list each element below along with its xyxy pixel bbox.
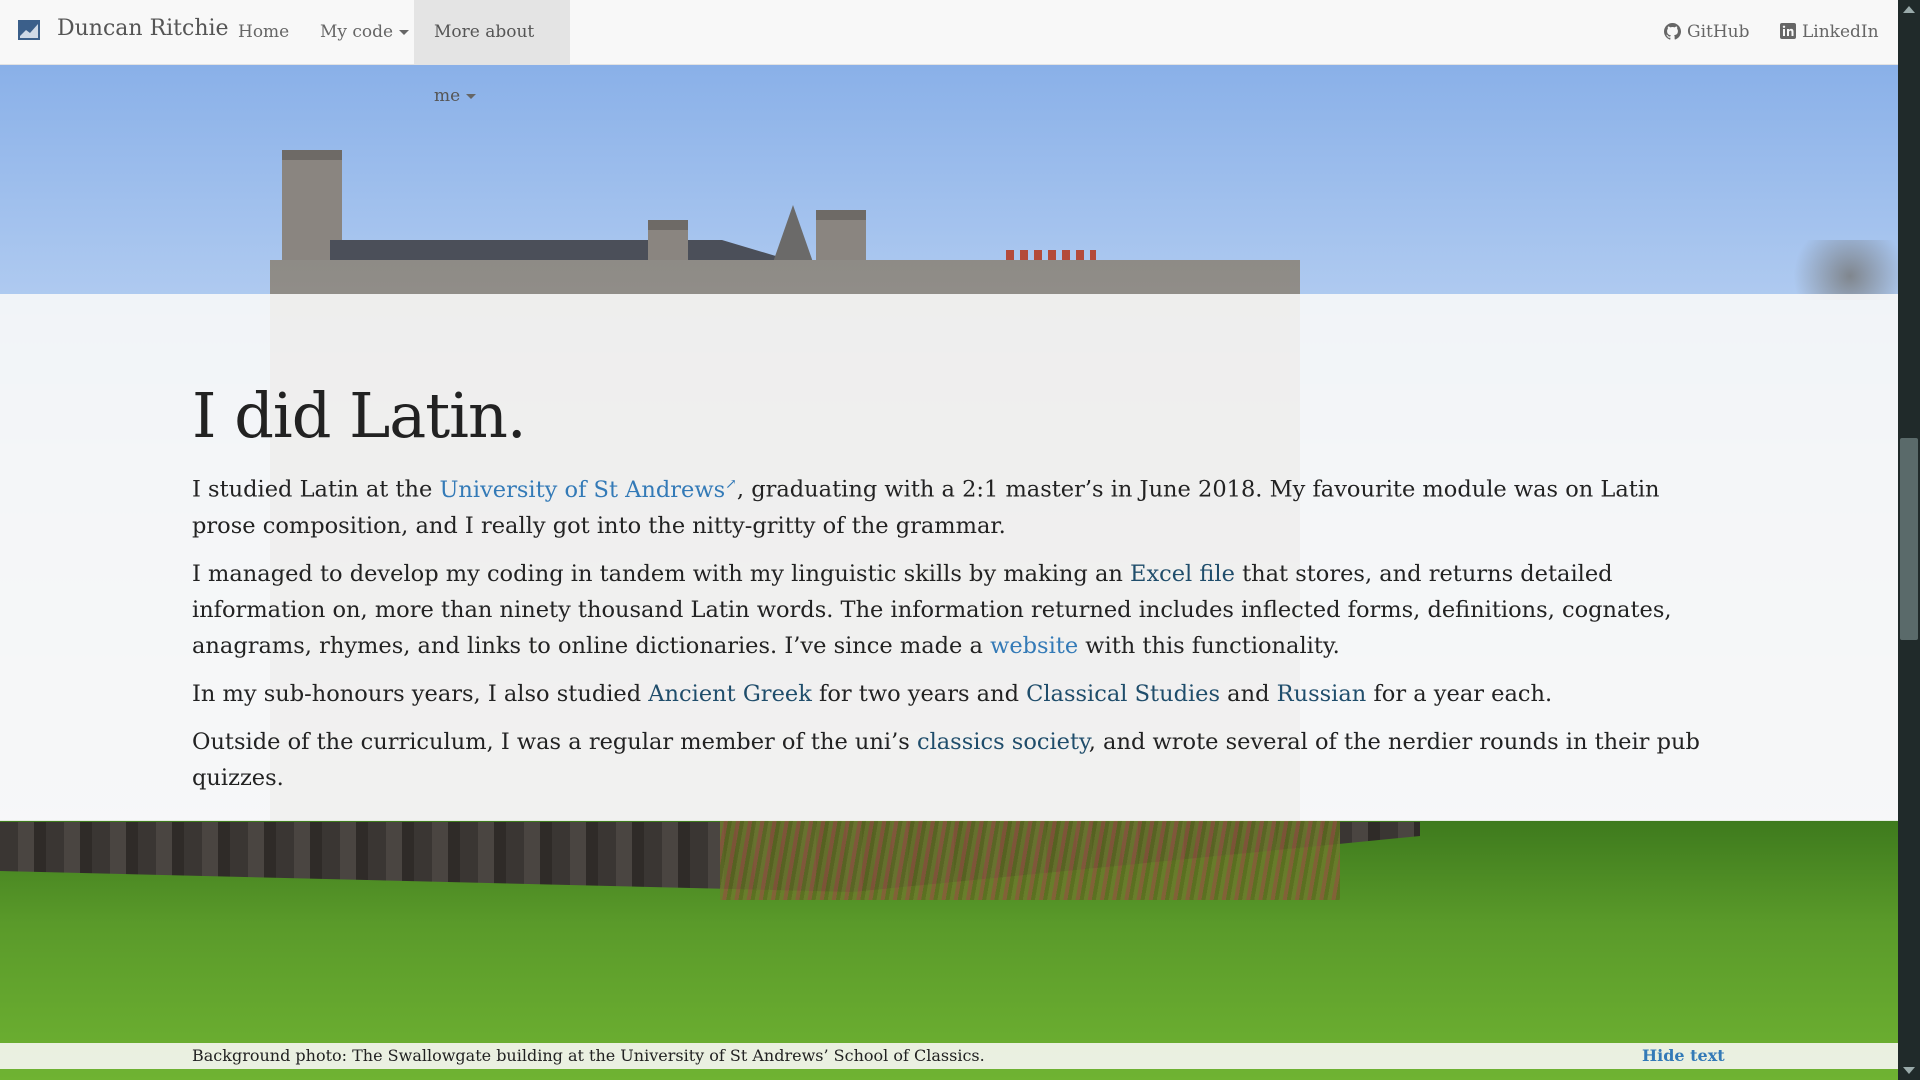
paragraph-study: I studied Latin at the University of St … [192, 466, 1712, 544]
caret-down-icon [399, 30, 410, 35]
text: In my sub-honours years, I also studied [192, 680, 649, 707]
nav-label: My code [320, 22, 394, 42]
text: with this functionality. [1078, 632, 1340, 659]
classical-studies-link[interactable]: Classical Studies [1026, 681, 1220, 707]
page-title: I did Latin. [192, 379, 527, 452]
text: and [1220, 680, 1277, 707]
content-panel: I did Latin. I studied Latin at the Univ… [0, 294, 1898, 821]
paragraph-extracurricular: Outside of the curriculum, I was a regul… [192, 724, 1712, 796]
nav-home[interactable]: Home [218, 0, 309, 64]
linkedin-link[interactable]: LinkedIn [1780, 0, 1879, 64]
ancient-greek-link[interactable]: Ancient Greek [648, 681, 812, 707]
st-andrews-link[interactable]: University of St Andrews↗ [439, 476, 737, 503]
russian-link[interactable]: Russian [1277, 681, 1367, 707]
text: for a year each. [1366, 680, 1553, 707]
text: Outside of the curriculum, I was a regul… [192, 728, 917, 755]
hide-text-button[interactable]: Hide text [1642, 1043, 1725, 1069]
classics-society-link[interactable]: classics society [917, 729, 1089, 755]
paragraph-coding: I managed to develop my coding in tandem… [192, 556, 1712, 664]
text: for two years and [811, 680, 1027, 707]
nav-my-code-dropdown[interactable]: My code [300, 0, 429, 64]
photo-caption: Background photo: The Swallowgate buildi… [192, 1046, 985, 1065]
brand-logo-icon[interactable] [18, 20, 40, 40]
caret-down-icon [466, 94, 477, 99]
external-link-icon: ↗ [725, 476, 737, 492]
nav-more-about-me-dropdown[interactable]: More about me [414, 0, 570, 106]
excel-file-link[interactable]: Excel file [1130, 561, 1235, 587]
vertical-scrollbar[interactable] [1898, 0, 1920, 1080]
main-content: I did Latin. I studied Latin at the Univ… [192, 376, 1712, 808]
scroll-up-arrow-icon[interactable] [1903, 6, 1915, 13]
shrubs [720, 820, 1340, 900]
github-icon [1664, 22, 1681, 40]
link-text: University of St Andrews [439, 476, 726, 503]
github-label: GitHub [1687, 22, 1750, 42]
linkedin-icon [1780, 23, 1796, 39]
paragraph-subhonours: In my sub-honours years, I also studied … [192, 676, 1712, 712]
tree [1778, 240, 1898, 300]
website-link[interactable]: website [990, 633, 1078, 659]
scroll-down-arrow-icon[interactable] [1903, 1067, 1915, 1074]
photo-caption-bar: Background photo: The Swallowgate buildi… [0, 1043, 1898, 1069]
navbar: Duncan Ritchie Home My code More about m… [0, 0, 1898, 106]
text: I studied Latin at the [192, 476, 440, 503]
text: I managed to develop my coding in tandem… [192, 560, 1131, 587]
github-link[interactable]: GitHub [1664, 0, 1750, 64]
brand-link[interactable]: Duncan Ritchie [57, 16, 229, 41]
linkedin-label: LinkedIn [1802, 22, 1879, 42]
scrollbar-thumb[interactable] [1900, 438, 1918, 640]
